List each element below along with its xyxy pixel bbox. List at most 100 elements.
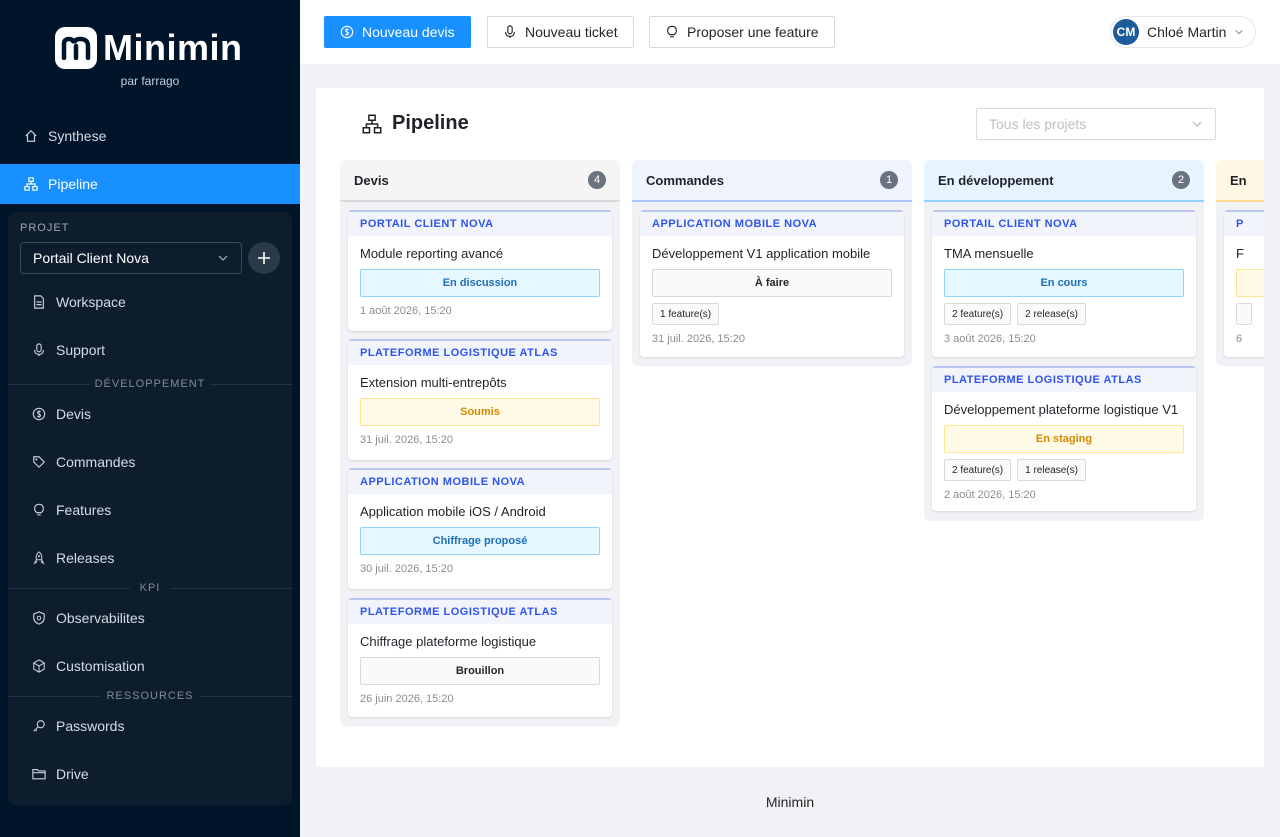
new-ticket-label: Nouveau ticket (525, 24, 618, 40)
column-count-badge: 4 (588, 171, 606, 189)
nav-drive-label: Drive (56, 766, 89, 782)
new-quote-button[interactable]: Nouveau devis (324, 16, 471, 48)
card-tags: 1 feature(s) (652, 303, 892, 325)
card-project: PLATEFORME LOGISTIQUE ATLAS (932, 366, 1196, 392)
plus-icon (258, 252, 270, 264)
nav-support[interactable]: Support (8, 330, 292, 370)
key-icon (33, 720, 45, 732)
nav-support-label: Support (56, 342, 106, 358)
chevron-down-icon (218, 255, 228, 261)
column-header: En développement 2 (924, 160, 1204, 202)
card-project: PLATEFORME LOGISTIQUE ATLAS (348, 339, 612, 365)
nav-passwords[interactable]: Passwords (8, 706, 292, 746)
dollar-icon (32, 407, 46, 421)
pipeline-card[interactable]: PORTAIL CLIENT NOVA TMA mensuelle En cours… (932, 210, 1196, 357)
bulb-icon (34, 503, 44, 516)
nav-pipeline-label: Pipeline (48, 176, 98, 192)
user-menu[interactable]: CM Chloé Martin (1110, 16, 1256, 48)
card-project: APPLICATION MOBILE NOVA (348, 468, 612, 494)
avatar: CM (1113, 19, 1139, 45)
nav-observabilites-label: Observabilites (56, 610, 145, 626)
nav-workspace-label: Workspace (56, 294, 126, 310)
card-tag: 2 feature(s) (944, 459, 1012, 481)
card-tag (1236, 303, 1252, 325)
nav-customisation-label: Customisation (56, 658, 145, 674)
pipeline-column: Devis 4 PORTAIL CLIENT NOVA Module reportin… (340, 160, 620, 726)
add-project-button[interactable] (248, 242, 280, 274)
dollar-icon (340, 25, 354, 39)
card-project: PORTAIL CLIENT NOVA (348, 210, 612, 236)
column-header: En (1216, 160, 1264, 202)
card-tag: 2 release(s) (1017, 303, 1086, 325)
card-date: 1 août 2026, 15:20 (360, 305, 452, 317)
new-ticket-button[interactable]: Nouveau ticket (487, 16, 634, 48)
pipeline-card[interactable]: APPLICATION MOBILE NOVA Développement V1 … (640, 210, 904, 357)
page-title-text: Pipeline (392, 112, 469, 134)
nav-features-label: Features (56, 502, 112, 518)
nav-observabilites[interactable]: Observabilites (8, 598, 292, 638)
nav-commandes-label: Commandes (56, 454, 136, 470)
pipeline-card[interactable]: PORTAIL CLIENT NOVA Module reporting avan… (348, 210, 612, 331)
propose-feature-button[interactable]: Proposer une feature (649, 16, 835, 48)
pipeline-card[interactable]: PF 6 (1224, 210, 1264, 357)
status-badge: À faire (652, 269, 892, 297)
status-badge (1236, 269, 1264, 297)
card-project: P (1224, 210, 1264, 236)
tag-icon (33, 456, 46, 469)
nav-synthese-label: Synthese (48, 128, 107, 144)
section-dev-label: DÉVELOPPEMENT (90, 378, 210, 390)
card-title: TMA mensuelle (944, 246, 1034, 261)
card-date: 2 août 2026, 15:20 (944, 489, 1036, 501)
pipeline-card[interactable]: PLATEFORME LOGISTIQUE ATLAS Développement… (932, 366, 1196, 511)
shield-icon (33, 611, 45, 625)
nav-features[interactable]: Features (8, 490, 292, 530)
chevron-down-icon (1235, 29, 1244, 35)
nav-drive[interactable]: Drive (8, 754, 292, 794)
microphone-icon (505, 25, 515, 39)
nav-pipeline[interactable]: Pipeline (0, 164, 300, 204)
nav-releases-label: Releases (56, 550, 115, 566)
rocket-icon (33, 551, 45, 565)
project-select[interactable]: Portail Client Nova (20, 242, 242, 274)
card-project: PLATEFORME LOGISTIQUE ATLAS (348, 598, 612, 624)
status-badge: Soumis (360, 398, 600, 426)
column-header: Commandes 1 (632, 160, 912, 202)
status-badge: Chiffrage proposé (360, 527, 600, 555)
nav-releases[interactable]: Releases (8, 538, 292, 578)
column-title: Commandes (646, 172, 725, 188)
project-filter[interactable]: Tous les projets (976, 108, 1216, 140)
status-badge: En discussion (360, 269, 600, 297)
column-title: Devis (354, 172, 389, 188)
card-tags: 2 feature(s) 1 release(s) (944, 459, 1184, 481)
pipeline-card[interactable]: PLATEFORME LOGISTIQUE ATLAS Chiffrage pla… (348, 598, 612, 717)
section-kpi-label: KPI (130, 582, 170, 594)
user-name: Chloé Martin (1147, 24, 1227, 40)
file-icon (34, 295, 44, 309)
card-project: APPLICATION MOBILE NOVA (640, 210, 904, 236)
pipeline-column: En P F 6 (1216, 160, 1264, 366)
sitemap-icon (362, 114, 382, 133)
card-date: 30 juil. 2026, 15:20 (360, 563, 453, 575)
nav-synthese[interactable]: Synthese (0, 116, 300, 156)
card-date: 31 juil. 2026, 15:20 (652, 333, 745, 345)
new-quote-label: Nouveau devis (362, 24, 455, 40)
status-badge: En cours (944, 269, 1184, 297)
pipeline-card[interactable]: PLATEFORME LOGISTIQUE ATLAS Extension mul… (348, 339, 612, 460)
project-panel: PROJET Portail Client Nova Workspace Sup… (8, 212, 292, 805)
logo-icon (55, 27, 97, 69)
propose-feature-label: Proposer une feature (687, 24, 819, 40)
pipeline-card[interactable]: APPLICATION MOBILE NOVA Application mobil… (348, 468, 612, 589)
nav-workspace[interactable]: Workspace (8, 282, 292, 322)
card-date: 26 juin 2026, 15:20 (360, 693, 454, 705)
card-tags (1236, 303, 1264, 325)
nav-commandes[interactable]: Commandes (8, 442, 292, 482)
brand-logo[interactable]: Minimin (55, 26, 245, 70)
footer: Minimin (765, 794, 815, 810)
cube-icon (33, 659, 45, 673)
card-title: Extension multi-entrepôts (360, 375, 507, 390)
card-title: Module reporting avancé (360, 246, 504, 261)
sidebar: Minimin par farrago Synthese Pipeline PR… (0, 0, 300, 837)
section-res-label: RESSOURCES (100, 690, 200, 702)
nav-customisation[interactable]: Customisation (8, 646, 292, 686)
nav-devis[interactable]: Devis (8, 394, 292, 434)
